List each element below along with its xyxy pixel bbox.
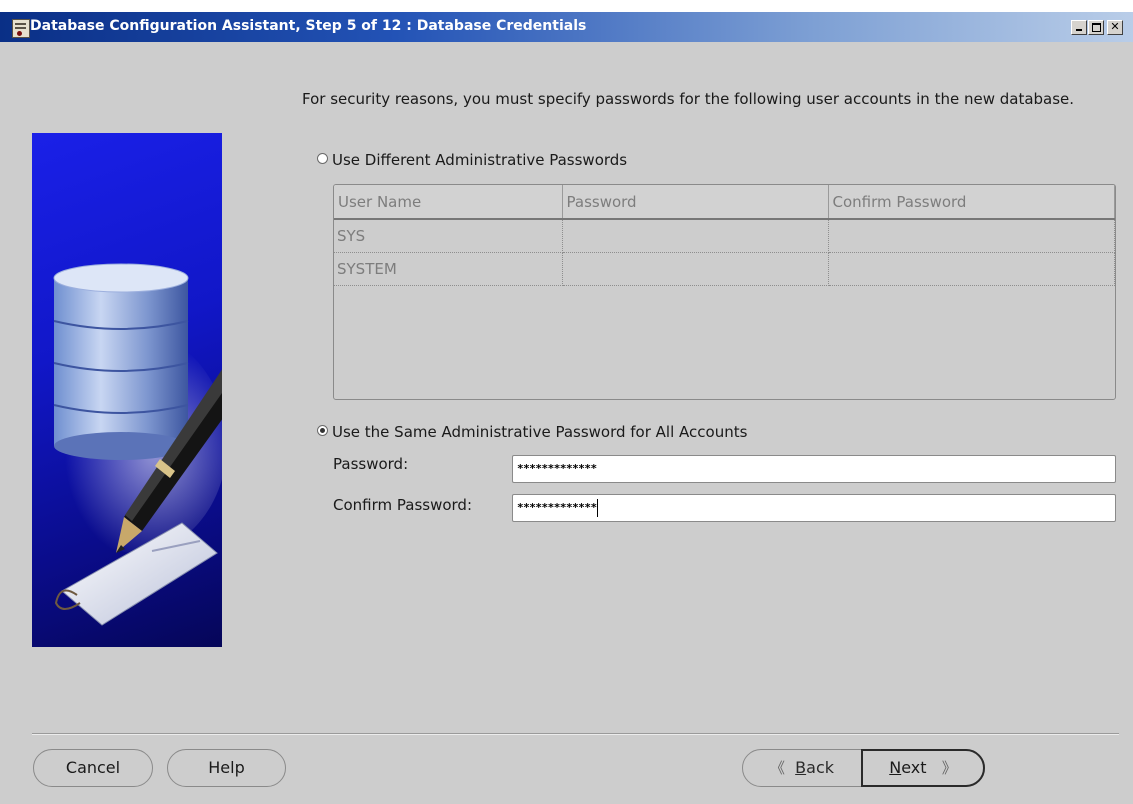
window-title: Database Configuration Assistant, Step 5… xyxy=(30,18,587,34)
maximize-icon[interactable] xyxy=(1088,20,1104,35)
chevron-right-icon: 》 xyxy=(941,759,957,777)
title-bar[interactable]: Database Configuration Assistant, Step 5… xyxy=(0,12,1133,42)
different-passwords-option[interactable]: Use Different Administrative Passwords xyxy=(317,151,627,169)
user-password-table: User Name Password Confirm Password SYS … xyxy=(333,184,1116,400)
minimize-icon[interactable] xyxy=(1071,20,1087,35)
confirm-password-cell xyxy=(828,252,1115,286)
next-button[interactable]: Next 》 xyxy=(861,749,985,787)
column-header-confirm-password: Confirm Password xyxy=(828,185,1115,220)
cancel-button[interactable]: Cancel xyxy=(33,749,153,787)
password-cell xyxy=(562,252,829,286)
password-field[interactable]: ************* xyxy=(512,455,1116,483)
text-caret xyxy=(596,499,598,517)
column-header-user-name: User Name xyxy=(334,185,563,220)
chevron-left-icon: 《 xyxy=(769,759,785,777)
table-row: SYS xyxy=(334,219,1115,253)
next-mnemonic: N xyxy=(889,758,902,777)
back-label-rest: ack xyxy=(806,758,835,777)
confirm-password-cell xyxy=(828,219,1115,253)
database-app-icon xyxy=(12,19,30,38)
back-button[interactable]: 《 Back xyxy=(743,750,861,786)
password-value: ************* xyxy=(517,462,597,475)
back-mnemonic: B xyxy=(795,758,807,777)
password-cell xyxy=(562,219,829,253)
radio-button-different[interactable] xyxy=(317,153,328,164)
user-name-cell: SYSTEM xyxy=(334,252,563,286)
table-header-row: User Name Password Confirm Password xyxy=(334,185,1115,220)
help-button[interactable]: Help xyxy=(167,749,286,787)
intro-text: For security reasons, you must specify p… xyxy=(302,90,1075,108)
same-password-option[interactable]: Use the Same Administrative Password for… xyxy=(317,423,747,441)
next-label-rest: ext xyxy=(901,758,927,777)
password-label: Password: xyxy=(333,455,409,473)
confirm-password-label: Confirm Password: xyxy=(333,496,473,514)
user-name-cell: SYS xyxy=(334,219,563,253)
close-icon[interactable]: ✕ xyxy=(1107,20,1123,35)
dialog-window: Database Configuration Assistant, Step 5… xyxy=(0,12,1133,804)
navigation-button-group: 《 Back Next 》 xyxy=(742,749,985,787)
different-passwords-label: Use Different Administrative Passwords xyxy=(332,151,628,169)
footer-divider xyxy=(32,733,1119,735)
confirm-password-field[interactable]: ************* xyxy=(512,494,1116,522)
radio-button-same[interactable] xyxy=(317,425,328,436)
column-header-password: Password xyxy=(562,185,829,220)
database-pen-illustration xyxy=(32,133,222,647)
table-row: SYSTEM xyxy=(334,252,1115,286)
same-password-label: Use the Same Administrative Password for… xyxy=(332,423,748,441)
confirm-password-value: ************* xyxy=(517,501,597,514)
